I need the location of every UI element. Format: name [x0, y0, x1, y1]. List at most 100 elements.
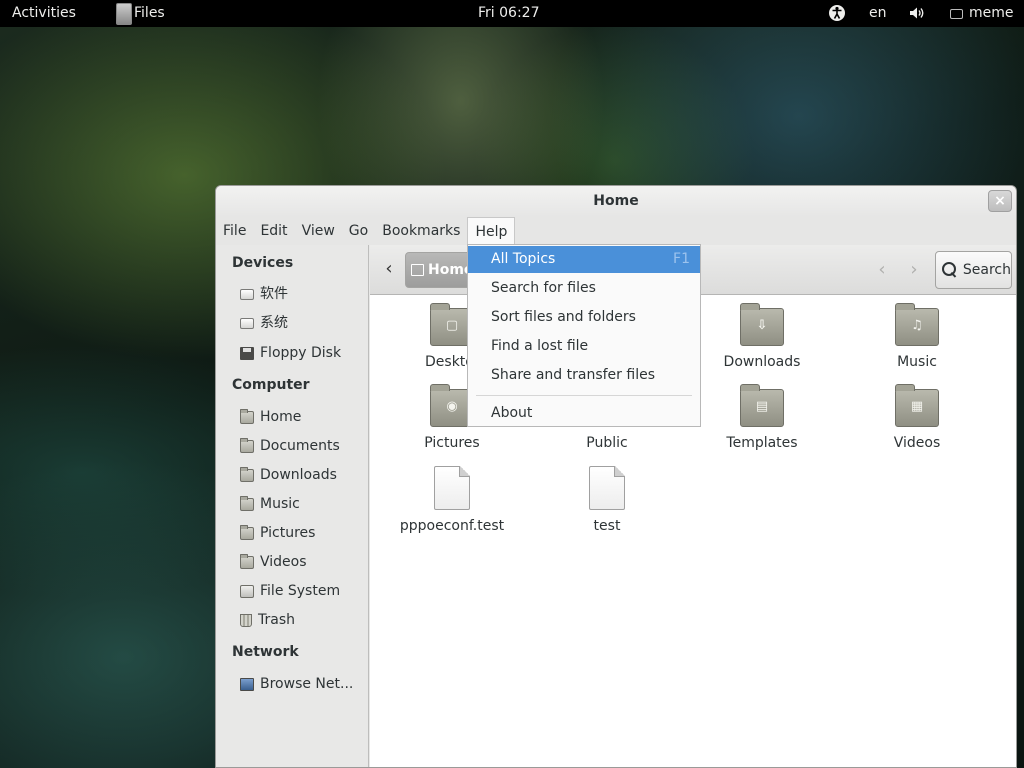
folder-download-icon: ⇩ [740, 303, 784, 346]
sidebar-heading-network: Network [232, 644, 299, 660]
menu-item-label: Share and transfer files [491, 367, 655, 383]
menu-item-accelerator: F1 [673, 251, 690, 267]
user-name: meme [969, 5, 1014, 21]
previous-location-button[interactable]: ‹ [871, 259, 893, 281]
help-menu-item-share-files[interactable]: Share and transfer files [468, 362, 700, 389]
window-title: Home [593, 193, 639, 209]
sidebar-item-label: Videos [260, 554, 307, 570]
sidebar-item-documents[interactable]: Documents [240, 435, 340, 457]
file-item-label: Public [586, 435, 628, 451]
drive-icon [240, 288, 254, 300]
sidebar-item-label: Trash [258, 612, 295, 628]
sidebar-heading-devices: Devices [232, 255, 294, 271]
file-item-label: pppoeconf.test [399, 518, 505, 534]
help-menu-item-search-for-files[interactable]: Search for files [468, 275, 700, 302]
menu-item-label: Find a lost file [491, 338, 589, 354]
file-item-music[interactable]: ♫ Music [842, 303, 992, 370]
sidebar-item-label: Floppy Disk [260, 345, 342, 361]
file-item-label: Downloads [723, 354, 801, 370]
sidebar-item-device-1[interactable]: 软件 [240, 283, 288, 305]
folder-icon [240, 553, 254, 569]
menu-go[interactable]: Go [342, 217, 375, 245]
sidebar-item-label: 系统 [260, 315, 288, 331]
user-menu[interactable]: meme [950, 0, 1014, 27]
help-menu-item-all-topics[interactable]: All Topics F1 [468, 246, 700, 273]
keyboard-layout-indicator[interactable]: en [869, 0, 887, 27]
app-menu-label: Files [134, 5, 165, 21]
folder-icon [240, 524, 254, 540]
sidebar-item-downloads[interactable]: Downloads [240, 464, 337, 486]
menubar: File Edit View Go Bookmarks Help [216, 217, 1016, 245]
app-menu-button[interactable]: Files [116, 0, 165, 27]
file-item-pppoeconf-test[interactable]: pppoeconf.test [377, 466, 527, 534]
search-icon [942, 262, 957, 278]
menu-edit[interactable]: Edit [253, 217, 294, 245]
file-item-label: test [593, 518, 621, 534]
folder-icon [240, 437, 254, 453]
sidebar-item-home[interactable]: Home [240, 406, 301, 428]
network-icon [240, 677, 254, 691]
next-location-button[interactable]: › [903, 259, 925, 281]
close-window-button[interactable]: × [988, 190, 1012, 212]
back-button[interactable]: ‹ [378, 258, 400, 282]
search-button-label: Search [962, 262, 1011, 278]
text-file-icon [589, 466, 625, 510]
sidebar-item-label: Documents [260, 438, 340, 454]
menu-view[interactable]: View [295, 217, 342, 245]
text-file-icon [434, 466, 470, 510]
activities-button[interactable]: Activities [12, 0, 76, 27]
menu-bookmarks[interactable]: Bookmarks [375, 217, 467, 245]
file-item-videos[interactable]: ▦ Videos [842, 384, 992, 451]
menu-item-label: About [491, 405, 533, 421]
volume-icon[interactable] [908, 0, 926, 27]
sidebar-item-label: Pictures [260, 525, 316, 541]
file-item-test[interactable]: test [532, 466, 682, 534]
sidebar-item-browse-network[interactable]: Browse Net... [240, 673, 353, 695]
folder-icon [240, 466, 254, 482]
help-menu-dropdown: All Topics F1 Search for files Sort file… [467, 244, 701, 427]
sidebar-item-floppy-disk[interactable]: Floppy Disk [240, 342, 341, 364]
sidebar-heading-computer: Computer [232, 377, 310, 393]
file-item-label: Pictures [424, 435, 480, 451]
sidebar-item-label: File System [260, 583, 341, 599]
file-item-label: Templates [726, 435, 798, 451]
sidebar-item-trash[interactable]: Trash [240, 609, 295, 631]
menu-item-label: All Topics [491, 251, 556, 267]
top-panel: Activities Files Fri 06:27 en meme [0, 0, 1024, 27]
chevron-left-icon: ‹ [385, 258, 393, 279]
help-menu-item-about[interactable]: About [468, 400, 700, 427]
clock[interactable]: Fri 06:27 [478, 0, 539, 27]
accessibility-icon[interactable] [828, 0, 846, 27]
arrow-right-icon: › [910, 259, 918, 280]
sidebar-item-label: Music [260, 496, 300, 512]
window-titlebar[interactable]: Home × [216, 186, 1016, 217]
floppy-icon [240, 346, 254, 360]
file-item-templates[interactable]: ▤ Templates [687, 384, 837, 451]
sidebar-item-pictures[interactable]: Pictures [240, 522, 315, 544]
menu-item-label: Search for files [491, 280, 596, 296]
file-item-downloads[interactable]: ⇩ Downloads [687, 303, 837, 370]
sidebar-item-label: Downloads [260, 467, 337, 483]
sidebar-item-videos[interactable]: Videos [240, 551, 307, 573]
folder-templates-icon: ▤ [740, 384, 784, 427]
home-folder-icon [240, 408, 254, 424]
menu-item-label: Sort files and folders [491, 309, 636, 325]
help-menu-item-sort-files[interactable]: Sort files and folders [468, 304, 700, 331]
menu-help[interactable]: Help [467, 217, 516, 245]
menu-file[interactable]: File [216, 217, 253, 245]
file-item-label: Videos [893, 435, 941, 451]
sidebar-item-label: 软件 [260, 286, 288, 302]
sidebar-item-music[interactable]: Music [240, 493, 300, 515]
sidebar-item-device-2[interactable]: 系统 [240, 312, 288, 334]
home-icon [411, 264, 424, 276]
path-bar-home-button[interactable]: Home [405, 252, 475, 288]
file-item-label: Music [897, 354, 937, 370]
folder-videos-icon: ▦ [895, 384, 939, 427]
chat-status-icon [950, 8, 963, 19]
help-menu-item-find-lost-file[interactable]: Find a lost file [468, 333, 700, 360]
files-app-icon [116, 2, 132, 25]
sidebar-item-file-system[interactable]: File System [240, 580, 340, 602]
arrow-left-icon: ‹ [878, 259, 886, 280]
menu-separator [476, 395, 692, 396]
search-button[interactable]: Search [935, 251, 1012, 289]
